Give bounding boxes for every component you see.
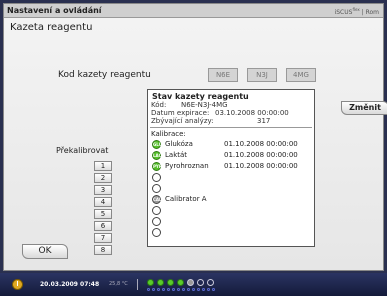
calibration-label: Kalibrace: bbox=[151, 130, 186, 138]
panel-divider bbox=[150, 127, 312, 128]
info-code: Kód: N6E-N3J-4MG bbox=[151, 101, 228, 109]
panel-title: Stav kazety reagentu bbox=[152, 92, 249, 101]
calibration-status-icon: CAL bbox=[152, 195, 162, 204]
status-indicator-dot bbox=[187, 279, 194, 286]
page-title: Kazeta reagentu bbox=[10, 22, 93, 33]
recalibrate-button-2[interactable]: 2 bbox=[94, 173, 112, 183]
calibration-status-icon bbox=[152, 228, 161, 237]
calibration-name: Laktát bbox=[165, 151, 188, 159]
status-mini-dot bbox=[147, 288, 150, 291]
recalibrate-button-8[interactable]: 8 bbox=[94, 245, 112, 255]
status-mini-dot bbox=[212, 288, 215, 291]
status-indicator-dot bbox=[177, 279, 184, 286]
status-mini-dot bbox=[192, 288, 195, 291]
status-mini-dot bbox=[197, 288, 200, 291]
status-mini-dot bbox=[157, 288, 160, 291]
calibration-status-icon bbox=[152, 217, 161, 226]
brand-logo: iSCUSflex | Rom bbox=[334, 7, 379, 16]
status-mini-dot bbox=[182, 288, 185, 291]
info-remaining: Zbývající analýzy: 317 bbox=[151, 117, 271, 125]
status-bar: 20.03.2009 07:48 25,8 °C bbox=[0, 273, 387, 296]
status-mini-dot bbox=[177, 288, 180, 291]
recalibrate-button-4[interactable]: 4 bbox=[94, 197, 112, 207]
calibration-status-icon bbox=[152, 206, 161, 215]
calibration-status-icon bbox=[152, 173, 161, 182]
status-datetime: 20.03.2009 07:48 bbox=[40, 281, 100, 288]
status-indicator-dot bbox=[167, 279, 174, 286]
status-indicator-dot bbox=[147, 279, 154, 286]
status-mini-dot bbox=[162, 288, 165, 291]
calibration-date: 01.10.2008 00:00:00 bbox=[224, 162, 298, 170]
app-window: Nastavení a ovládání iSCUSflex | Rom Kaz… bbox=[0, 0, 387, 296]
status-indicator-dot bbox=[207, 279, 214, 286]
window-title: Nastavení a ovládání bbox=[7, 6, 102, 15]
calibration-name: Pyrohroznan bbox=[165, 162, 209, 170]
calibration-abbr: LAC bbox=[153, 153, 162, 158]
status-mini-dot bbox=[202, 288, 205, 291]
status-indicator-dot bbox=[197, 279, 204, 286]
calibration-abbr: PYR bbox=[153, 164, 162, 169]
change-button[interactable]: Změnit bbox=[341, 101, 387, 115]
cartridge-status-panel: Stav kazety reagentu Kód: N6E-N3J-4MG Dat… bbox=[147, 89, 315, 247]
calibration-status-icon: PYR bbox=[152, 162, 162, 171]
code-part-2: N3J bbox=[247, 68, 277, 82]
code-part-3: 4MG bbox=[286, 68, 316, 82]
recalibrate-button-5[interactable]: 5 bbox=[94, 209, 112, 219]
calibration-name: Calibrator A bbox=[165, 195, 207, 203]
status-mini-dot bbox=[172, 288, 175, 291]
title-bar: Nastavení a ovládání iSCUSflex | Rom bbox=[4, 4, 383, 18]
calibration-name: Glukóza bbox=[165, 140, 193, 148]
status-mini-dot bbox=[187, 288, 190, 291]
calibration-date: 01.10.2008 00:00:00 bbox=[224, 140, 298, 148]
recalibrate-button-1[interactable]: 1 bbox=[94, 161, 112, 171]
recalibrate-button-6[interactable]: 6 bbox=[94, 221, 112, 231]
ok-button[interactable]: OK bbox=[22, 244, 68, 259]
calibration-status-icon bbox=[152, 184, 161, 193]
status-temperature: 25,8 °C bbox=[109, 281, 128, 287]
status-mini-dot bbox=[167, 288, 170, 291]
main-content: Nastavení a ovládání iSCUSflex | Rom Kaz… bbox=[3, 3, 387, 271]
calibration-status-icon: GLU bbox=[152, 140, 162, 149]
cartridge-code-label: Kod kazety reagentu bbox=[58, 70, 151, 80]
calibration-date: 01.10.2008 00:00:00 bbox=[224, 151, 298, 159]
status-mini-dot bbox=[207, 288, 210, 291]
recalibrate-button-7[interactable]: 7 bbox=[94, 233, 112, 243]
status-mini-dot bbox=[152, 288, 155, 291]
code-part-1: N6E bbox=[208, 68, 238, 82]
calibration-status-icon: LAC bbox=[152, 151, 162, 160]
info-expiry: Datum expirace: 03.10.2008 00:00:00 bbox=[151, 109, 289, 117]
recalibrate-label: Překalibrovat bbox=[56, 146, 109, 155]
status-indicator-dot bbox=[157, 279, 164, 286]
calibration-abbr: GLU bbox=[153, 142, 162, 147]
status-separator bbox=[137, 279, 138, 290]
power-icon[interactable] bbox=[12, 279, 23, 290]
calibration-abbr: CAL bbox=[153, 197, 162, 202]
recalibrate-button-3[interactable]: 3 bbox=[94, 185, 112, 195]
